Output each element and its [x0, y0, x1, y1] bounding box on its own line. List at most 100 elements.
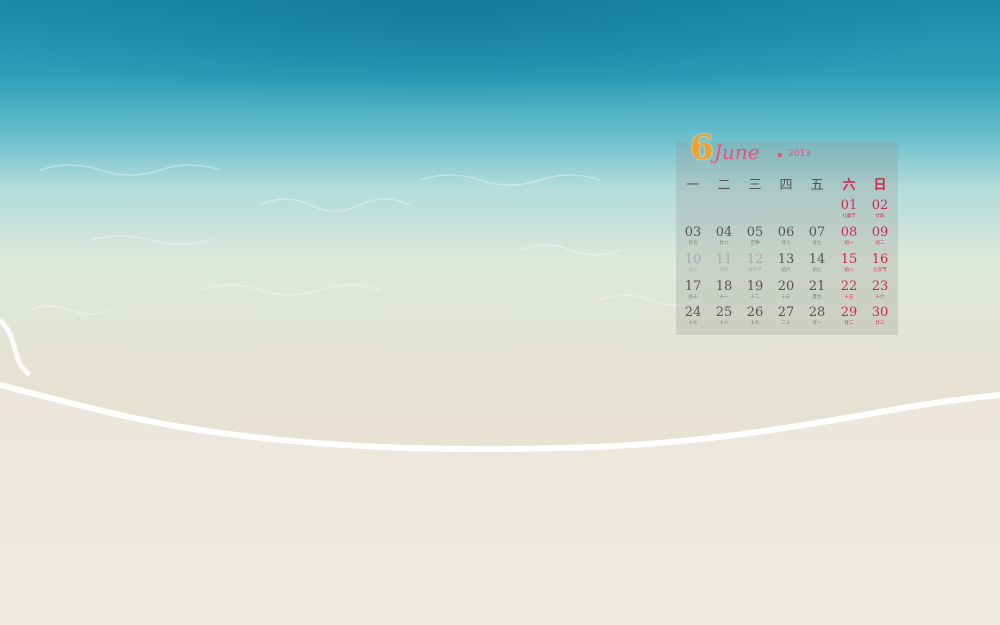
calendar-day: 23 十六 [865, 280, 895, 301]
lunar-label: 廿五 [688, 240, 698, 246]
calendar-day: 18 十一 [709, 280, 739, 301]
calendar-day: 21 夏至 [802, 280, 832, 301]
lunar-label: 廿三 [875, 320, 885, 326]
lunar-label: 初一 [844, 240, 854, 246]
calendar-day: 10 初三 [678, 253, 708, 274]
day-number: 04 [715, 225, 733, 240]
calendar-day: 05 芒种 [740, 226, 770, 247]
day-number: 14 [808, 252, 826, 267]
lunar-label: 初四 [719, 267, 729, 273]
lunar-label: 十八 [719, 320, 729, 326]
weekday-header: 五 [810, 178, 824, 193]
day-number: 20 [777, 279, 795, 294]
weekday-header: 三 [748, 178, 762, 193]
calendar-day: 04 廿六 [709, 226, 739, 247]
day-number: 23 [871, 279, 889, 294]
calendar-day: 17 初十 [678, 280, 708, 301]
lunar-label: 父亲节 [873, 267, 887, 273]
lunar-label: 十二 [750, 294, 760, 300]
day-number: 01 [840, 198, 858, 213]
calendar-day: 15 初八 [834, 253, 864, 274]
calendar-day: 30 廿三 [865, 306, 895, 327]
day-number: 22 [840, 279, 858, 294]
lunar-label: 二十 [781, 320, 791, 326]
calendar-widget: 6 June . 2013 一二三四五六日 01 儿童节 02 廿四 03 廿五 04 廿六 0… [676, 128, 898, 335]
day-number: 18 [715, 279, 733, 294]
day-number: 03 [684, 225, 702, 240]
calendar-day: 19 十二 [740, 280, 770, 301]
lunar-label: 十三 [781, 294, 791, 300]
lunar-label: 儿童节 [842, 213, 856, 219]
calendar-day: 24 十七 [678, 306, 708, 327]
calendar-day: 26 十九 [740, 306, 770, 327]
calendar-day: 06 廿八 [771, 226, 801, 247]
year: 2013 [788, 149, 811, 159]
calendar-day: 28 廿一 [802, 306, 832, 327]
weekday-header: 二 [717, 178, 731, 193]
calendar-day: 29 廿二 [834, 306, 864, 327]
calendar-day: 09 初二 [865, 226, 895, 247]
calendar-day: 20 十三 [771, 280, 801, 301]
lunar-label: 十九 [750, 320, 760, 326]
day-number: 07 [808, 225, 826, 240]
lunar-label: 夏至 [812, 294, 822, 300]
calendar-day: 16 父亲节 [865, 253, 895, 274]
calendar-day: 07 廿九 [802, 226, 832, 247]
day-number: 10 [684, 252, 702, 267]
lunar-label: 初三 [688, 267, 698, 273]
calendar-day: 02 廿四 [865, 199, 895, 220]
day-number: 06 [777, 225, 795, 240]
day-number: 21 [808, 279, 826, 294]
calendar-day: 01 儿童节 [834, 199, 864, 220]
day-number: 09 [871, 225, 889, 240]
lunar-label: 十五 [844, 294, 854, 300]
weekday-header: 日 [873, 178, 887, 193]
calendar-day: 14 初七 [802, 253, 832, 274]
lunar-label: 初八 [844, 267, 854, 273]
lunar-label: 廿八 [781, 240, 791, 246]
day-number: 12 [746, 252, 764, 267]
lunar-label: 端午节 [748, 267, 762, 273]
day-number: 17 [684, 279, 702, 294]
day-number: 29 [840, 305, 858, 320]
lunar-label: 廿一 [812, 320, 822, 326]
day-number: 16 [871, 252, 889, 267]
lunar-label: 芒种 [750, 240, 760, 246]
day-number: 27 [777, 305, 795, 320]
lunar-label: 廿九 [812, 240, 822, 246]
lunar-label: 初十 [688, 294, 698, 300]
day-number: 26 [746, 305, 764, 320]
calendar-day: 13 初六 [771, 253, 801, 274]
lunar-label: 初七 [812, 267, 822, 273]
lunar-label: 廿四 [875, 213, 885, 219]
calendar-day: 03 廿五 [678, 226, 708, 247]
day-number: 02 [871, 198, 889, 213]
day-number: 25 [715, 305, 733, 320]
calendar-day: 11 初四 [709, 253, 739, 274]
lunar-label: 初六 [781, 267, 791, 273]
lunar-label: 廿六 [719, 240, 729, 246]
calendar-day: 12 端午节 [740, 253, 770, 274]
weekday-header: 一 [686, 178, 700, 193]
day-number: 05 [746, 225, 764, 240]
weekday-header: 四 [779, 178, 793, 193]
day-number: 30 [871, 305, 889, 320]
lunar-label: 十六 [875, 294, 885, 300]
calendar-day: 22 十五 [834, 280, 864, 301]
day-number: 24 [684, 305, 702, 320]
title-separator: . [776, 138, 784, 162]
lunar-label: 廿二 [844, 320, 854, 326]
lunar-label: 初二 [875, 240, 885, 246]
month-number: 6 [690, 128, 714, 168]
weekday-header: 六 [842, 178, 856, 193]
day-number: 13 [777, 252, 795, 267]
day-number: 19 [746, 279, 764, 294]
calendar-day: 25 十八 [709, 306, 739, 327]
day-number: 08 [840, 225, 858, 240]
calendar-day: 27 二十 [771, 306, 801, 327]
lunar-label: 十七 [688, 320, 698, 326]
day-number: 15 [840, 252, 858, 267]
lunar-label: 十一 [719, 294, 729, 300]
month-name: June [714, 140, 760, 164]
day-number: 11 [715, 252, 733, 267]
